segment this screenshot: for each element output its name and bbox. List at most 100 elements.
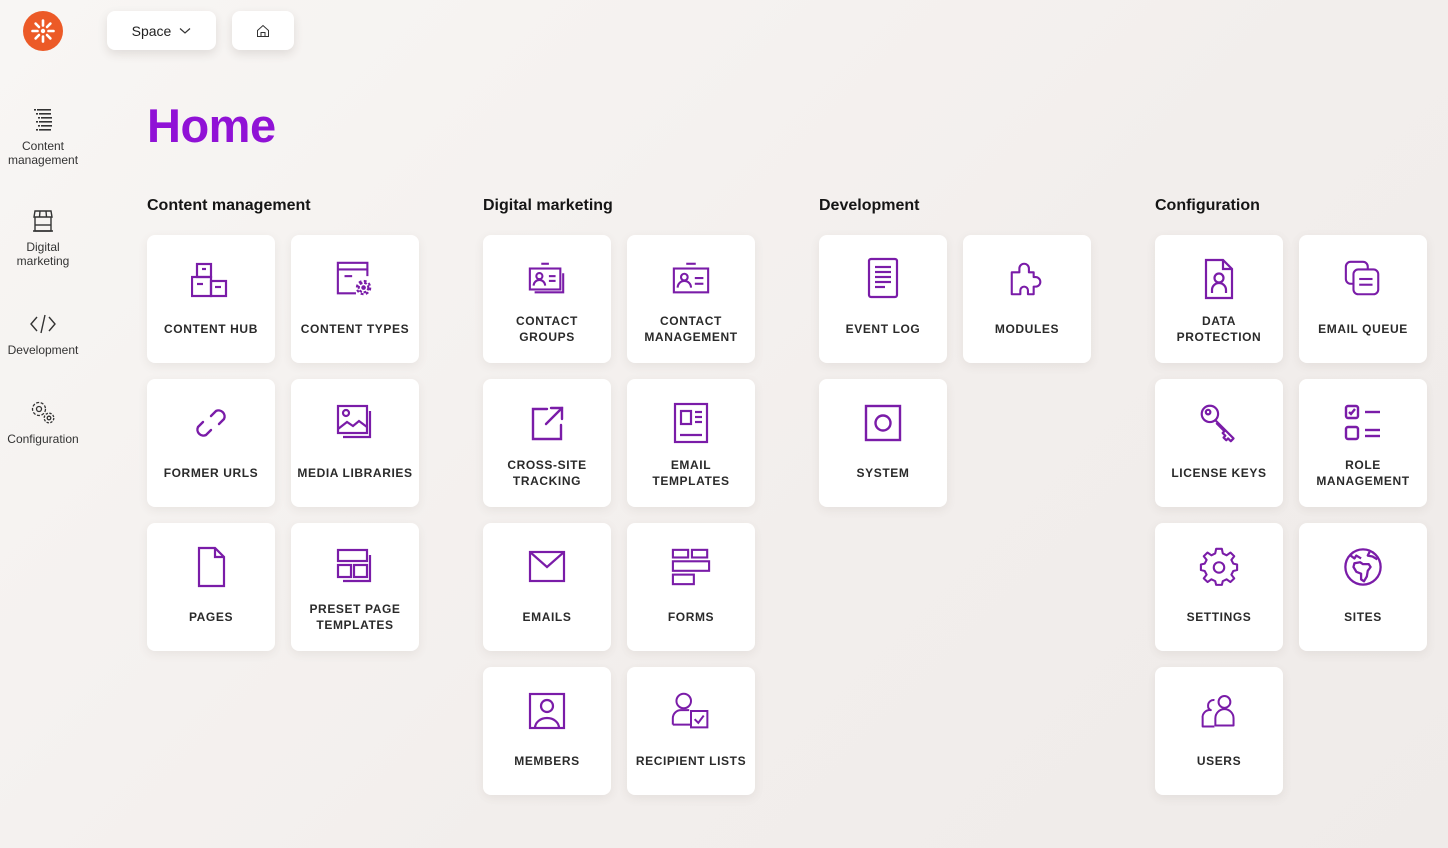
tile-label: EMAIL QUEUE [1318,322,1408,336]
file-user-icon [1204,258,1234,300]
form-icon [671,548,711,586]
tile-contact-groups[interactable]: CONTACT GROUPS [483,235,611,363]
globe-icon [1344,548,1382,586]
tile-preset-page-templates[interactable]: PRESET PAGE TEMPLATES [291,523,419,651]
contact-cards-icon [528,262,565,294]
tile-members[interactable]: MEMBERS [483,667,611,795]
file-icon [197,546,226,588]
tile-users[interactable]: USERS [1155,667,1283,795]
window-gear-icon [336,261,372,296]
tile-settings[interactable]: SETTINGS [1155,523,1283,651]
tile-label: CROSS-SITE TRACKING [507,458,587,488]
envelope-icon [528,550,566,583]
tile-modules[interactable]: MODULES [963,235,1091,363]
section-content-management: Content management CONTENT HUB CONTENT T… [147,196,437,651]
tile-sites[interactable]: SITES [1299,523,1427,651]
tile-label: LICENSE KEYS [1171,466,1267,480]
key-icon [1200,404,1235,443]
code-icon [30,314,56,334]
app-logo[interactable] [23,11,63,51]
sidebar-item-label: Configuration [7,432,79,446]
tile-recipient-lists[interactable]: RECIPIENT LISTS [627,667,755,795]
tile-label: EMAILS [522,610,572,624]
tile-event-log[interactable]: EVENT LOG [819,235,947,363]
tile-label: EVENT LOG [845,322,921,336]
layout-templates-icon [336,548,372,583]
boxes-icon [191,262,228,298]
tile-label: RECIPIENT LISTS [635,754,747,768]
space-selector[interactable]: Space [107,11,216,50]
sidebar-item-content-management[interactable]: Content management [0,105,86,167]
section-title: Configuration [1155,197,1260,214]
system-square-icon [864,404,902,442]
tile-forms[interactable]: FORMS [627,523,755,651]
tile-media-libraries[interactable]: MEDIA LIBRARIES [291,379,419,507]
section-title: Development [819,197,920,214]
tile-label: MEDIA LIBRARIES [297,466,413,480]
link-icon [196,409,226,437]
page-title: Home [147,99,276,152]
storefront-icon [33,210,53,232]
tile-data-protection[interactable]: DATA PROTECTION [1155,235,1283,363]
newsletter-icon [673,402,709,444]
gears-icon [31,401,55,424]
tile-role-management[interactable]: ROLE MANAGEMENT [1299,379,1427,507]
tile-label: USERS [1196,754,1242,768]
section-title: Content management [147,197,311,214]
tile-label: SETTINGS [1186,610,1252,624]
gear-icon [1199,547,1239,586]
tile-email-templates[interactable]: EMAIL TEMPLATES [627,379,755,507]
section-title: Digital marketing [483,197,613,214]
log-document-icon [867,257,899,299]
tile-pages[interactable]: PAGES [147,523,275,651]
contact-card-icon [672,262,710,294]
tile-label: DATA PROTECTION [1176,314,1262,344]
tile-label: MEMBERS [514,754,580,768]
tile-content-types[interactable]: CONTENT TYPES [291,235,419,363]
tile-license-keys[interactable]: LICENSE KEYS [1155,379,1283,507]
space-label: Space [131,22,172,39]
tile-label: PAGES [188,610,234,624]
sidebar-item-label: Content management [8,139,79,167]
users-icon [1201,695,1235,728]
section-development: Development EVENT LOG MODULES SYSTEM [819,196,1109,507]
tile-label: ROLE MANAGEMENT [1316,458,1410,488]
kentico-logo-icon [31,19,55,43]
tile-former-urls[interactable]: FORMER URLS [147,379,275,507]
home-icon [257,24,269,37]
tile-label: EMAIL TEMPLATES [652,458,730,488]
tile-contact-management[interactable]: CONTACT MANAGEMENT [627,235,755,363]
home-button[interactable] [232,11,294,50]
message-stack-icon [1344,260,1380,296]
tile-label: SYSTEM [856,466,910,480]
images-icon [336,404,372,439]
checklist-icon [1344,404,1380,441]
tile-label: SITES [1344,610,1382,624]
tile-label: FORMS [667,610,715,624]
tile-system[interactable]: SYSTEM [819,379,947,507]
chevron-down-icon [179,27,191,34]
sidebar-item-digital-marketing[interactable]: Digital marketing [0,206,86,268]
user-checkbox-icon [671,692,709,729]
tile-email-queue[interactable]: EMAIL QUEUE [1299,235,1427,363]
sidebar-item-configuration[interactable]: Configuration [0,398,86,446]
content-tree-icon [34,109,52,131]
tile-content-hub[interactable]: CONTENT HUB [147,235,275,363]
tile-label: CONTACT GROUPS [516,314,578,344]
section-configuration: Configuration DATA PROTECTION EMAIL QUEU… [1155,196,1445,795]
tile-emails[interactable]: EMAILS [483,523,611,651]
tile-label: FORMER URLS [163,466,259,480]
puzzle-icon [1010,262,1042,296]
sidebar-item-development[interactable]: Development [0,309,86,357]
tile-label: CONTENT TYPES [300,322,410,336]
external-link-icon [531,406,564,441]
tile-label: CONTENT HUB [164,322,258,336]
tile-label: MODULES [994,322,1060,336]
user-frame-icon [528,692,566,730]
tile-label: CONTACT MANAGEMENT [644,314,738,344]
sidebar-item-label: Digital marketing [16,240,70,268]
tile-cross-site-tracking[interactable]: CROSS-SITE TRACKING [483,379,611,507]
tile-label: PRESET PAGE TEMPLATES [309,602,401,632]
sidebar-item-label: Development [7,343,79,357]
section-digital-marketing: Digital marketing CONTACT GROUPS CONTACT… [483,196,773,795]
